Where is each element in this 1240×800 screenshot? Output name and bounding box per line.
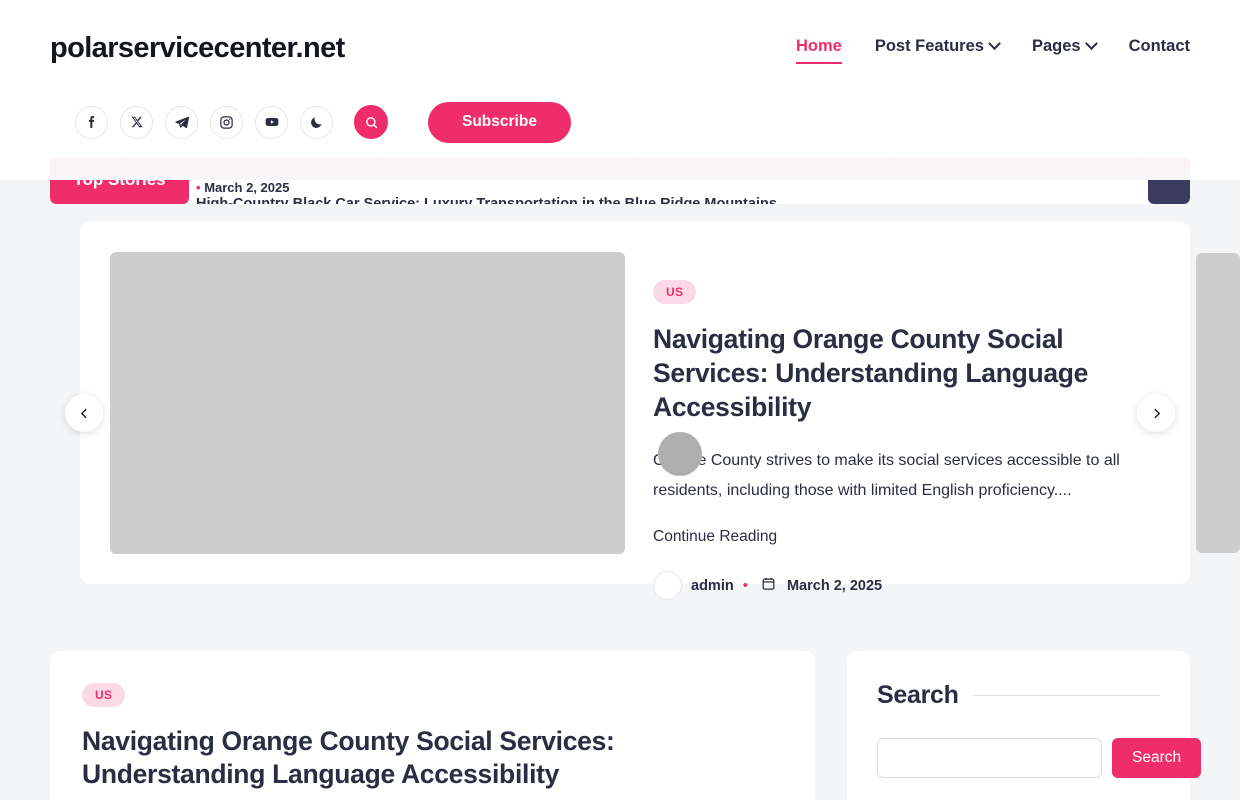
nav-item-pages[interactable]: Pages [1031,37,1098,59]
hero-inner: US Navigating Orange County Social Servi… [80,222,1190,600]
search-icon[interactable] [354,105,388,139]
search-input[interactable] [877,738,1102,778]
search-widget-title: Search [877,681,959,709]
post-date: March 2, 2025 [786,577,883,594]
continue-reading-link[interactable]: Continue Reading [653,528,1160,546]
nav-item-post-features[interactable]: Post Features [874,37,1001,59]
loading-spinner-icon [658,432,702,476]
subscribe-button[interactable]: Subscribe [428,101,571,143]
header-gradient-band [50,158,1190,180]
main-navigation: Home Post Features Pages Contact [795,37,1190,64]
nav-item-label: Home [795,37,842,55]
bullet-icon: • [196,180,201,195]
chevron-down-icon [1084,37,1098,51]
sidebar: Search Search [847,651,1202,800]
page-root: polarservicecenter.net Home Post Feature… [0,0,1240,800]
post-category-badge[interactable]: US [82,683,126,707]
site-title: polarservicecenter.net [50,31,345,64]
nav-item-label: Post Features [874,37,984,55]
hero-title[interactable]: Navigating Orange County Social Services… [653,322,1160,424]
nav-item-home[interactable]: Home [795,37,842,64]
youtube-icon[interactable] [255,105,288,139]
slider-prev-button[interactable] [65,394,103,432]
site-header: polarservicecenter.net Home Post Feature… [0,0,1240,180]
hero-image-placeholder [110,252,625,554]
author-name[interactable]: admin [691,578,734,594]
avatar [653,571,682,600]
hero-meta-row: admin • March 2, 2025 [653,571,1160,600]
calendar-icon [761,576,776,596]
hero-category-badge[interactable]: US [653,280,697,304]
header-social-row: Subscribe [50,96,1190,158]
ticker-date-text: March 2, 2025 [204,180,290,195]
nav-item-label: Contact [1128,37,1190,55]
widget-divider [972,695,1160,696]
x-twitter-icon[interactable] [120,105,153,139]
nav-item-contact[interactable]: Contact [1129,37,1190,59]
ticker-item-date: • March 2, 2025 [196,180,1148,196]
nav-item-label: Pages [1031,37,1081,55]
instagram-icon[interactable] [210,105,243,139]
telegram-icon[interactable] [165,105,198,139]
moon-icon[interactable] [300,105,333,139]
meta-separator: • [742,577,748,594]
header-top-row: polarservicecenter.net Home Post Feature… [50,0,1190,96]
ticker-item-title[interactable]: High-Country Black Car Service: Luxury T… [196,196,1148,204]
post-card: US Navigating Orange County Social Servi… [50,651,815,800]
hero-slider-card: US Navigating Orange County Social Servi… [80,222,1190,600]
next-slide-image-placeholder [1196,253,1240,553]
search-submit-button[interactable]: Search [1112,738,1202,778]
facebook-icon[interactable] [75,105,108,139]
search-form: Search [877,738,1202,778]
post-card-title[interactable]: Navigating Orange County Social Services… [82,725,783,791]
chevron-down-icon [988,37,1001,51]
hero-body: US Navigating Orange County Social Servi… [653,252,1160,600]
slider-next-button[interactable] [1137,394,1175,432]
hero-excerpt: Orange County strives to make its social… [653,452,1120,499]
search-widget-header: Search [877,681,1160,710]
